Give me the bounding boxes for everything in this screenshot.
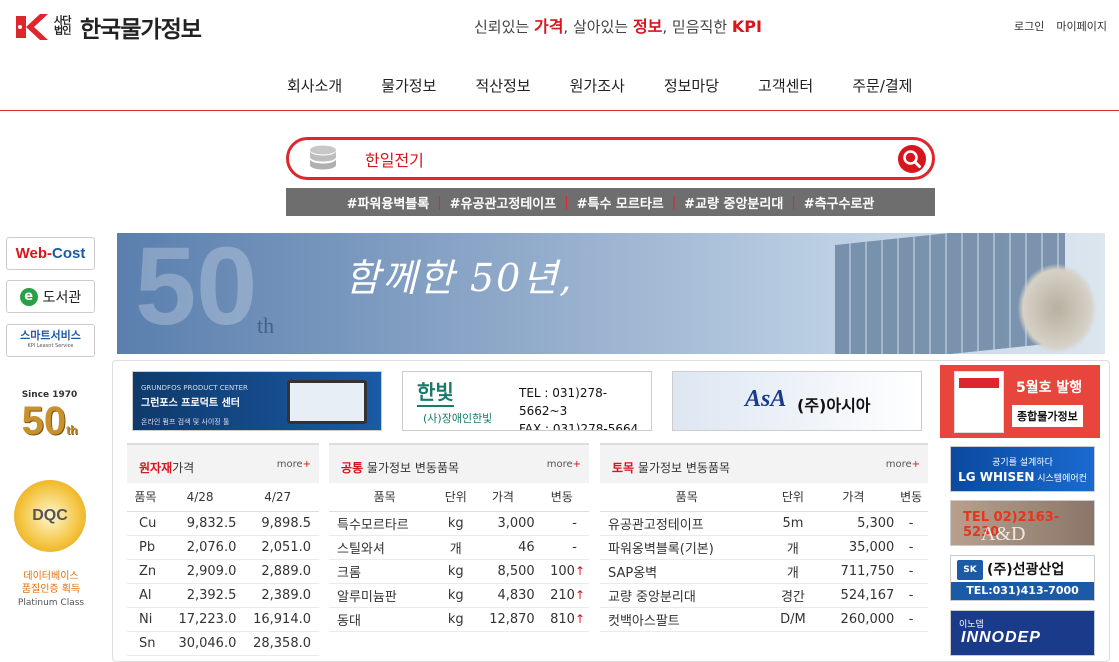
- table-row[interactable]: Cu 9,832.5 9,898.5: [127, 511, 319, 536]
- grundfos-ad[interactable]: GRUNDFOS PRODUCT CENTER 그런포스 프로덕트 센터 온라인…: [132, 371, 382, 431]
- main-nav: 회사소개 물가정보 적산정보 원가조사 정보마당 고객센터 주문/결제: [287, 75, 912, 96]
- up-arrow-icon: ↑: [574, 587, 585, 602]
- dqc-caption: 데이터베이스 품질인증 획득 Platinum Class: [17, 571, 85, 608]
- tag-item[interactable]: #특수 모르타르: [577, 193, 664, 212]
- table-row[interactable]: 스틸와셔 개 46-: [329, 535, 589, 560]
- nav-divider: [0, 110, 1119, 111]
- sunkwang-ad[interactable]: SK (주)선광산업 TEL:031)413-7000: [950, 555, 1095, 601]
- table-row[interactable]: 동대 kg 12,870 810↑: [329, 607, 589, 632]
- up-arrow-icon: ↑: [574, 611, 585, 626]
- web-cost-button[interactable]: Web-Cost: [6, 237, 95, 270]
- anniversary-badge: Since 1970 50th: [21, 390, 78, 443]
- box-title: 원자재가격: [139, 461, 195, 475]
- tag-item[interactable]: #교량 중앙분리대: [684, 193, 783, 212]
- sk-logo-icon: SK: [957, 560, 983, 580]
- nav-item-customer-center[interactable]: 고객센터: [758, 75, 813, 96]
- table-row[interactable]: 크롬 kg 8,500 100↑: [329, 559, 589, 584]
- tag-item[interactable]: #유공관고정테이프: [450, 193, 557, 212]
- table-row[interactable]: 교량 중앙분리대 경간 524,167-: [600, 583, 928, 608]
- more-link[interactable]: more+: [547, 459, 581, 470]
- table-row[interactable]: Al 2,392.5 2,389.0: [127, 583, 319, 608]
- elibrary-button[interactable]: e 도서관: [6, 280, 95, 313]
- table-row[interactable]: 알루미늄판 kg 4,830 210↑: [329, 583, 589, 608]
- e-icon: e: [19, 287, 38, 306]
- nav-item-estimate-info[interactable]: 적산정보: [475, 75, 530, 96]
- more-link[interactable]: more+: [886, 459, 920, 470]
- raw-material-table: 품목 4/28 4/27 Cu 9,832.5 9,898.5 Pb 2,076.0 2…: [127, 483, 319, 656]
- table-row[interactable]: Sn 30,046.0 28,358.0: [127, 631, 319, 656]
- search-button[interactable]: [898, 145, 926, 173]
- up-arrow-icon: ↑: [574, 563, 585, 578]
- site-logo[interactable]: 사단법인 한국물가정보: [14, 10, 202, 44]
- common-change-table: 품목 단위 가격 변동 특수모르타르 kg 3,000- 스틸와셔 개 46- 크롬 kg…: [329, 483, 589, 632]
- tag-item[interactable]: #측구수로관: [804, 193, 875, 212]
- asia-ad[interactable]: AsA (주)아시아: [672, 371, 922, 431]
- civil-change-table: 품목 단위 가격 변동 유공관고정테이프 5m 5,300- 파워옹벽블록(기본) 개…: [600, 483, 928, 632]
- logo-subtitle: 사단법인: [54, 16, 71, 37]
- search-box: [286, 137, 935, 180]
- common-price-change-box: 공통 물가정보 변동품목 more+ 품목 단위 가격 변동 특수모르타르 kg 3…: [329, 443, 589, 632]
- nav-item-cost-survey[interactable]: 원가조사: [570, 75, 625, 96]
- lg-whisen-ad[interactable]: 공기를 설계하다 LG WHISEN 시스템에어컨: [950, 446, 1095, 492]
- login-link[interactable]: 로그인: [1014, 18, 1044, 34]
- search-icon: [903, 150, 921, 168]
- monthly-issue-ad[interactable]: 5월호 발행 종합물가정보: [940, 365, 1100, 438]
- nav-item-info-plaza[interactable]: 정보마당: [664, 75, 719, 96]
- nav-item-company[interactable]: 회사소개: [287, 75, 342, 96]
- kpi-logo-icon: [16, 14, 48, 40]
- hanbit-ad[interactable]: 한빛 (사)장애인한빛 TEL : 031)278-5662~3 FAX : 0…: [402, 371, 652, 431]
- tag-item[interactable]: #파워융벽블록: [347, 193, 430, 212]
- book-cover-image: [954, 371, 1004, 433]
- search-input[interactable]: [365, 146, 865, 172]
- table-row[interactable]: 파워옹벽블록(기본) 개 35,000-: [600, 535, 928, 560]
- more-link[interactable]: more+: [277, 459, 311, 470]
- box-title: 토목 물가정보 변동품목: [612, 461, 731, 475]
- box-title: 공통 물가정보 변동품목: [341, 461, 460, 475]
- mypage-link[interactable]: 마이페이지: [1056, 18, 1107, 34]
- nav-item-price-info[interactable]: 물가정보: [381, 75, 436, 96]
- table-row[interactable]: 유공관고정테이프 5m 5,300-: [600, 511, 928, 536]
- table-row[interactable]: Ni 17,223.0 16,914.0: [127, 607, 319, 632]
- tree-image: [1017, 263, 1097, 354]
- innodep-ad[interactable]: 이노뎁 INNODEP: [950, 610, 1095, 656]
- database-icon: [310, 145, 336, 170]
- hero-message: 함께한 50년,: [345, 256, 574, 300]
- laptop-image: [287, 380, 367, 424]
- logo-name: 한국물가정보: [80, 17, 202, 43]
- table-row[interactable]: 컷백아스팔트 D/M 260,000-: [600, 607, 928, 632]
- raw-material-price-box: 원자재가격 more+ 품목 4/28 4/27 Cu 9,832.5 9,898.…: [127, 443, 319, 656]
- nav-item-order-payment[interactable]: 주문/결제: [852, 75, 912, 96]
- page: 사단법인 한국물가정보 신뢰있는 가격, 살아있는 정보, 믿음직한 KPI 로…: [0, 0, 1119, 662]
- table-row[interactable]: Pb 2,076.0 2,051.0: [127, 535, 319, 560]
- popular-tags: #파워융벽블록 | #유공관고정테이프 | #특수 모르타르 | #교량 중앙분리대 |…: [286, 188, 935, 216]
- table-row[interactable]: SAP옹벽 개 711,750-: [600, 559, 928, 584]
- table-row[interactable]: Zn 2,909.0 2,889.0: [127, 559, 319, 584]
- smart-service-button[interactable]: 스마트서비스 KPI Leasnt Service: [6, 324, 95, 357]
- and-design-ad[interactable]: TEL 02)2163-5230 A&D: [950, 500, 1095, 546]
- hero-banner[interactable]: 50 th 함께한 50년,: [117, 233, 1105, 354]
- dqc-certification-seal: DQC: [14, 480, 86, 552]
- table-row[interactable]: 특수모르타르 kg 3,000-: [329, 511, 589, 536]
- utility-links: 로그인 마이페이지: [1014, 18, 1107, 34]
- civil-price-change-box: 토목 물가정보 변동품목 more+ 품목 단위 가격 변동 유공관고정테이프 5…: [600, 443, 928, 632]
- tagline: 신뢰있는 가격, 살아있는 정보, 믿음직한 KPI: [474, 17, 762, 36]
